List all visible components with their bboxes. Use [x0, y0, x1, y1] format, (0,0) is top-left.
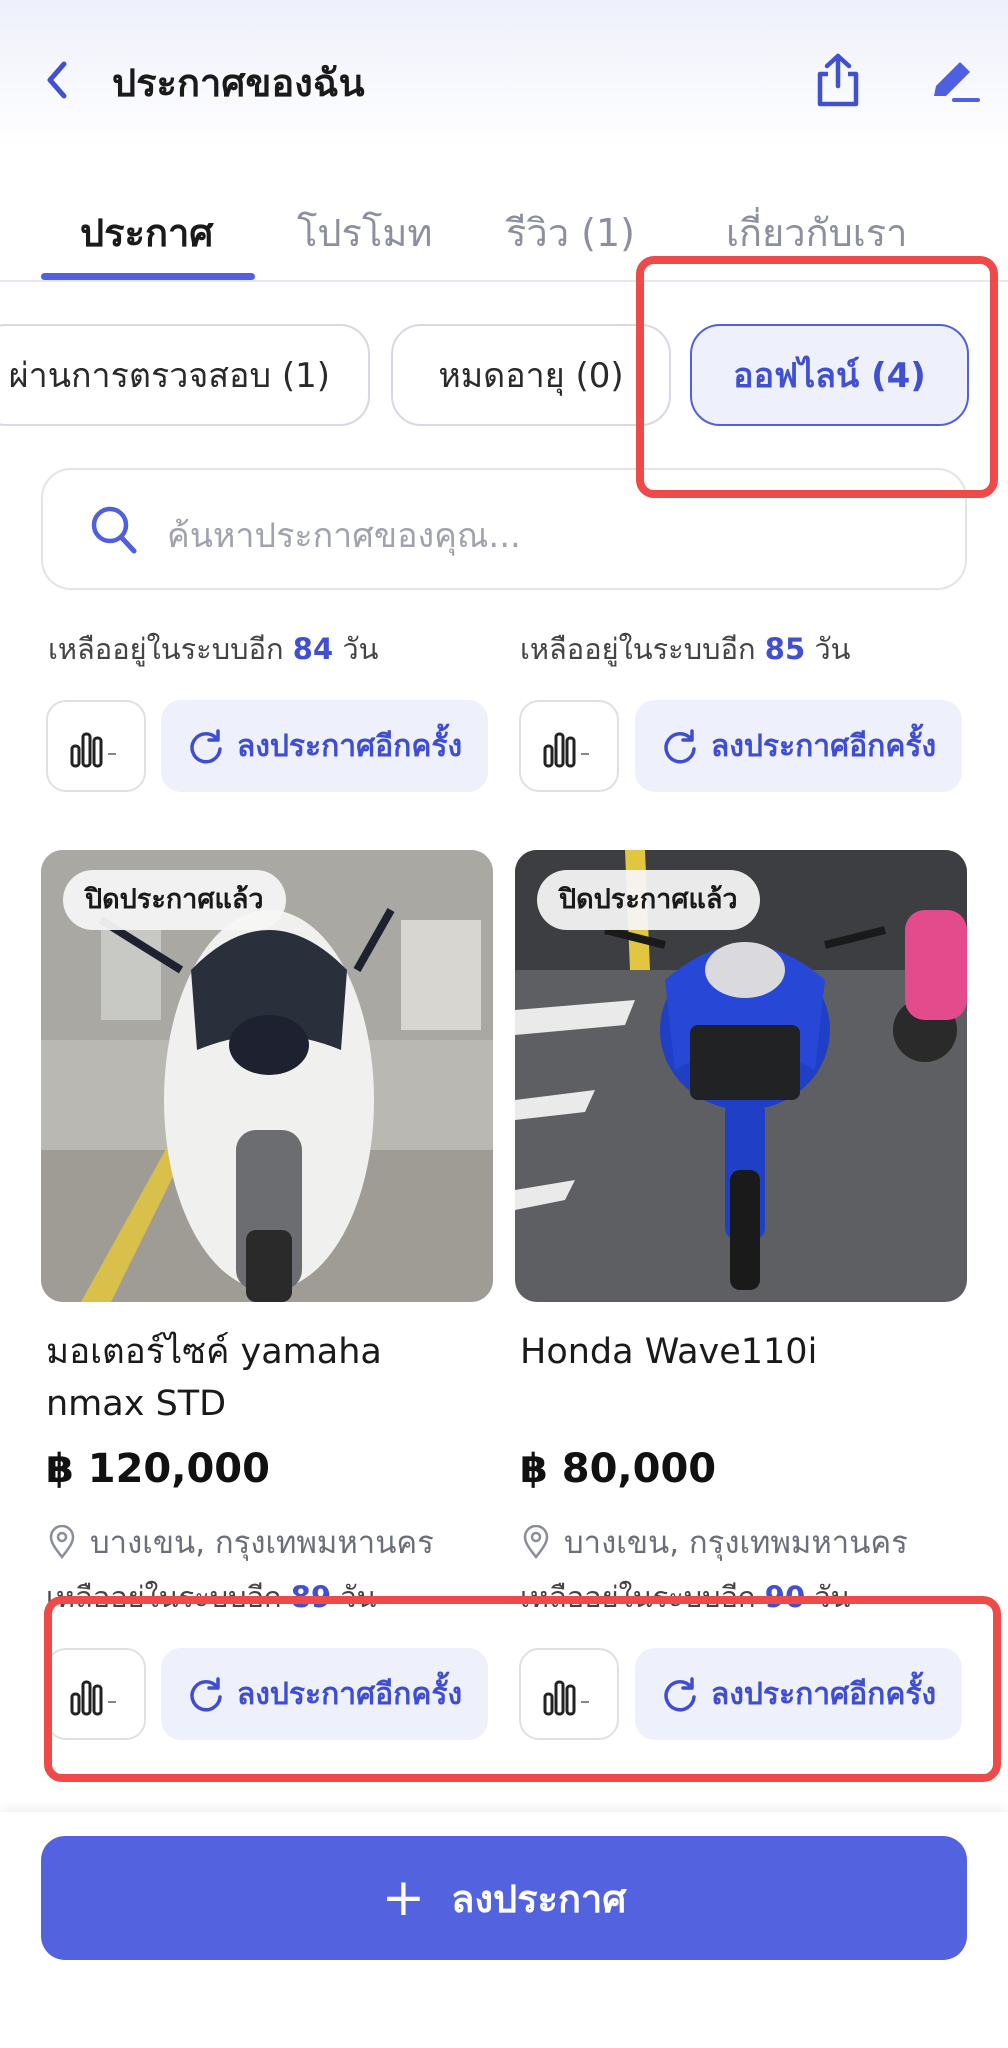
refresh-icon — [664, 729, 696, 764]
top-bar: ประกาศของฉัน — [0, 0, 1008, 150]
share-icon[interactable] — [808, 50, 868, 110]
page-title: ประกาศของฉัน — [112, 61, 365, 105]
relist-label: ลงประกาศอีกครั้ง — [710, 728, 937, 764]
listing-title[interactable]: Honda Wave110i — [520, 1326, 960, 1378]
listing-title[interactable]: มอเตอร์ไซค์ yamaha nmax STD — [46, 1326, 486, 1430]
listing-location: บางเขน, กรุงเทพมหานคร — [522, 1517, 908, 1567]
tab-reviews[interactable]: รีวิว (1) — [506, 202, 635, 263]
location-pin-icon — [49, 1525, 75, 1559]
filter-chip-label: หมดอายุ (0) — [438, 356, 624, 396]
listing-price: ฿ 80,000 — [520, 1446, 717, 1492]
bar-chart-icon — [543, 732, 589, 768]
highlight-box-action-row — [44, 1596, 1001, 1782]
bottom-action-bar: + ลงประกาศ — [0, 1812, 1008, 2048]
remaining-days-text: เหลืออยู่ในระบบอีก 84 วัน — [48, 632, 379, 666]
active-tab-indicator — [41, 273, 255, 280]
closed-status-badge: ปิดประกาศแล้ว — [537, 870, 760, 930]
remaining-days-text: เหลืออยู่ในระบบอีก 85 วัน — [520, 632, 851, 666]
relist-button[interactable]: ลงประกาศอีกครั้ง — [161, 700, 488, 792]
closed-status-badge: ปิดประกาศแล้ว — [63, 870, 286, 930]
plus-icon: + — [381, 1868, 426, 1928]
refresh-icon — [190, 729, 222, 764]
listing-location: บางเขน, กรุงเทพมหานคร — [48, 1517, 434, 1567]
post-listing-button[interactable]: + ลงประกาศ — [41, 1836, 967, 1960]
tab-listings[interactable]: ประกาศ — [80, 202, 213, 263]
tab-promote[interactable]: โปรโมท — [297, 202, 432, 263]
relist-label: ลงประกาศอีกครั้ง — [236, 728, 463, 764]
stats-button[interactable] — [46, 700, 146, 792]
filter-chip-expired[interactable]: หมดอายุ (0) — [391, 324, 671, 426]
relist-button[interactable]: ลงประกาศอีกครั้ง — [635, 700, 962, 792]
listing-price: ฿ 120,000 — [46, 1446, 270, 1492]
location-pin-icon — [523, 1525, 549, 1559]
tab-about[interactable]: เกี่ยวกับเรา — [726, 202, 907, 263]
search-icon — [91, 506, 137, 554]
bar-chart-icon — [70, 732, 116, 768]
highlight-box-offline-filter — [636, 256, 998, 498]
post-listing-label: ลงประกาศ — [451, 1876, 627, 1921]
back-chevron-icon[interactable] — [38, 56, 78, 104]
listing-photo[interactable]: ปิดประกาศแล้ว — [515, 850, 967, 1302]
filter-chip-approved[interactable]: ผ่านการตรวจสอบ (1) — [0, 324, 370, 426]
edit-pencil-icon[interactable] — [922, 50, 982, 110]
search-input[interactable]: ค้นหาประกาศของคุณ... — [167, 508, 521, 562]
stats-button[interactable] — [519, 700, 619, 792]
filter-chip-label: ผ่านการตรวจสอบ (1) — [8, 356, 330, 396]
listing-photo[interactable]: ปิดประกาศแล้ว — [41, 850, 493, 1302]
